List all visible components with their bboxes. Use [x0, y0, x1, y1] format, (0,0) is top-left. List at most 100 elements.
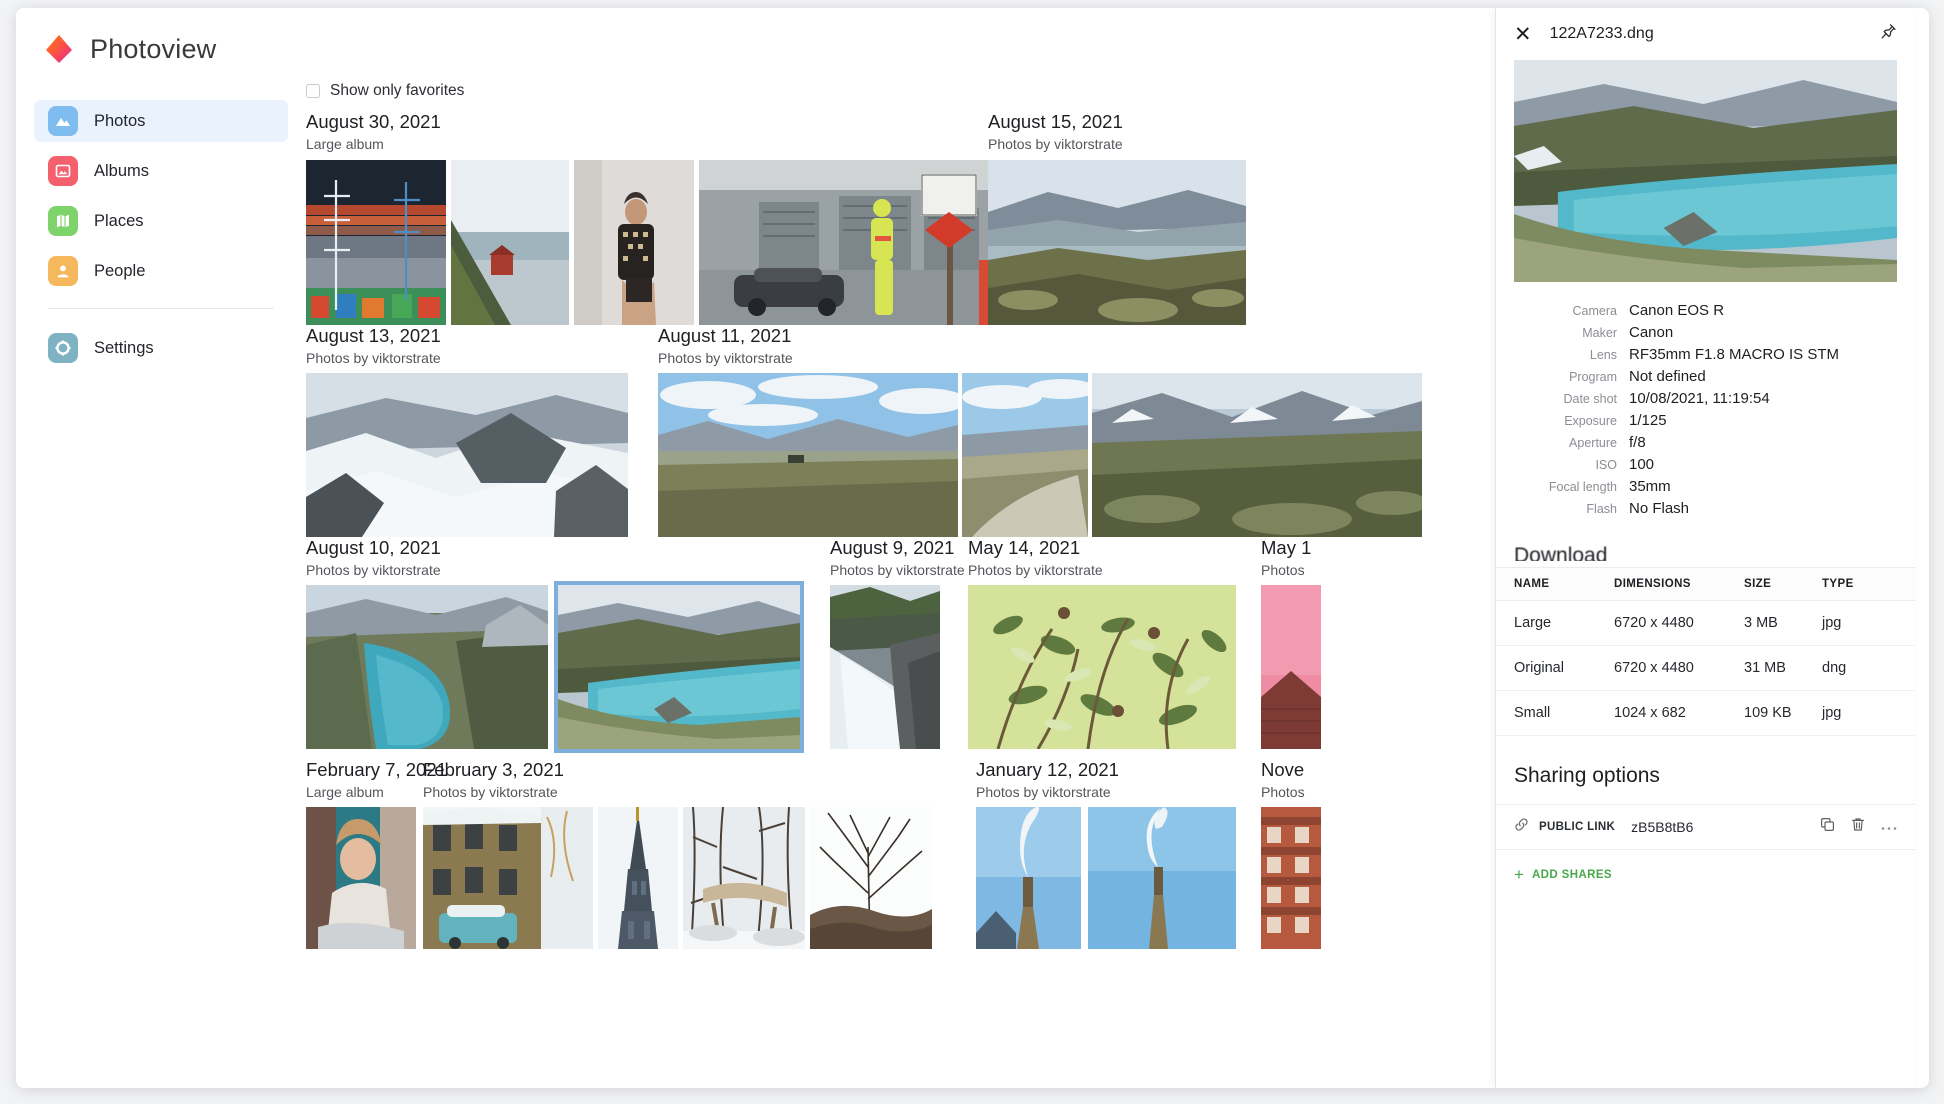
cell-type: jpg: [1822, 690, 1915, 736]
exif-value: Not defined: [1629, 368, 1706, 385]
albums-icon: [48, 156, 78, 186]
group-header: May 1 Photos: [1261, 537, 1311, 579]
photo-grid: August 30, 2021 Large album August 15, 2…: [306, 111, 1509, 949]
group-header: August 11, 2021 Photos by viktorstrate: [658, 325, 793, 367]
exif-row: Program Not defined: [1514, 368, 1897, 385]
photo-thumbnail[interactable]: [598, 807, 678, 949]
panel-hero-image[interactable]: [1514, 60, 1897, 282]
photo-grid-area: Show only favorites August 30, 2021 Larg…: [306, 8, 1509, 1088]
photo-thumbnail[interactable]: [306, 585, 548, 749]
photo-thumbnail[interactable]: [1261, 585, 1321, 749]
more-dots-icon[interactable]: [1881, 818, 1897, 836]
photo-thumbnail[interactable]: [810, 807, 932, 949]
download-section-title-clipped: Download: [1496, 539, 1915, 561]
share-type-label: PUBLIC LINK: [1539, 821, 1616, 833]
cell-size: 31 MB: [1744, 645, 1822, 691]
photo-thumbnail[interactable]: [683, 807, 805, 949]
cell-dimensions: 1024 x 682: [1614, 690, 1744, 736]
sidebar-item-people[interactable]: People: [34, 250, 288, 292]
brand-title: Photoview: [90, 33, 217, 64]
exif-row: Focal length 35mm: [1514, 478, 1897, 495]
photo-thumbnail[interactable]: [1261, 807, 1321, 949]
exif-row: ISO 100: [1514, 456, 1897, 473]
photo-thumbnail[interactable]: [976, 807, 1081, 949]
sidebar-item-places[interactable]: Places: [34, 200, 288, 242]
photo-thumbnail[interactable]: [699, 160, 999, 325]
photo-thumbnail[interactable]: [574, 160, 694, 325]
close-icon[interactable]: ✕: [1514, 24, 1532, 45]
favorites-checkbox[interactable]: [306, 84, 320, 98]
sidebar-divider: [48, 308, 274, 309]
exif-value: Canon EOS R: [1629, 302, 1725, 319]
group-date: May 1: [1261, 537, 1312, 558]
sidebar-item-label: People: [94, 261, 146, 280]
add-shares-button[interactable]: + ADD SHARES: [1496, 850, 1915, 899]
photo-thumbnail[interactable]: [830, 585, 940, 749]
exif-value: 35mm: [1629, 478, 1671, 495]
photo-thumbnail[interactable]: [1092, 373, 1422, 537]
photo-detail-panel: ✕ 122A7233.dng Camera Canon EOS R Maker …: [1495, 8, 1915, 1088]
exif-row: Aperture f/8: [1514, 434, 1897, 451]
sidebar-item-photos[interactable]: Photos: [34, 100, 288, 142]
add-shares-label: ADD SHARES: [1531, 868, 1612, 881]
plus-icon: +: [1514, 865, 1524, 884]
download-title: Download: [1514, 544, 1608, 561]
column-header-dimensions[interactable]: DIMENSIONS: [1614, 567, 1744, 601]
photo-thumbnail-selected[interactable]: [554, 581, 804, 753]
exif-value: 100: [1629, 456, 1655, 473]
photo-thumbnail[interactable]: [306, 807, 416, 949]
photo-thumbnail[interactable]: [423, 807, 593, 949]
exif-key: Focal length: [1548, 480, 1617, 494]
group-subtitle: Photos by viktorstrate: [968, 561, 1103, 578]
sharing-title: Sharing options: [1514, 764, 1660, 787]
photo-thumbnail[interactable]: [968, 585, 1236, 749]
exif-value: RF35mm F1.8 MACRO IS STM: [1629, 346, 1840, 363]
group-header: August 30, 2021 Large album: [306, 111, 441, 153]
exif-row: Date shot 10/08/2021, 11:19:54: [1514, 390, 1897, 407]
group-subtitle: Photos: [1261, 561, 1305, 578]
pin-icon[interactable]: [1880, 23, 1897, 45]
photo-thumbnail[interactable]: [988, 160, 1246, 325]
share-entry-row[interactable]: PUBLIC LINK zB5B8tB6: [1496, 804, 1915, 850]
cell-dimensions: 6720 x 4480: [1614, 600, 1744, 646]
cell-dimensions: 6720 x 4480: [1614, 645, 1744, 691]
column-header-type[interactable]: TYPE: [1822, 567, 1915, 601]
table-row[interactable]: Small 1024 x 682 109 KB jpg: [1496, 690, 1915, 736]
trash-icon[interactable]: [1851, 817, 1865, 837]
exif-row: Maker Canon: [1514, 324, 1897, 341]
photo-thumbnail[interactable]: [658, 373, 958, 537]
exif-value: 1/125: [1629, 412, 1667, 429]
group-subtitle: Photos by viktorstrate: [976, 783, 1111, 800]
photo-thumbnail[interactable]: [451, 160, 569, 325]
group-header: August 10, 2021 Photos by viktorstrate: [306, 537, 441, 579]
exif-key: Maker: [1582, 326, 1617, 340]
group-header: February 3, 2021 Photos by viktorstrate: [423, 759, 564, 801]
sidebar: Photoview Photos Albums Places People Se…: [16, 8, 306, 1088]
photo-thumbnail[interactable]: [306, 160, 446, 325]
column-header-size[interactable]: SIZE: [1744, 567, 1822, 601]
group-subtitle: Photos by viktorstrate: [658, 349, 793, 366]
cell-size: 3 MB: [1744, 600, 1822, 646]
sidebar-item-settings[interactable]: Settings: [34, 327, 288, 369]
exif-value: No Flash: [1629, 500, 1690, 517]
table-row[interactable]: Large 6720 x 4480 3 MB jpg: [1496, 600, 1915, 646]
photos-icon: [48, 106, 78, 136]
group-date: August 11, 2021: [658, 325, 792, 346]
sidebar-item-label: Albums: [94, 161, 150, 180]
column-header-name[interactable]: NAME: [1496, 567, 1614, 601]
brand[interactable]: Photoview: [16, 8, 306, 66]
copy-icon[interactable]: [1820, 817, 1835, 837]
group-subtitle: Photos by viktorstrate: [830, 561, 965, 578]
exif-row: Flash No Flash: [1514, 500, 1897, 517]
exif-key: Aperture: [1569, 436, 1617, 450]
group-date: August 30, 2021: [306, 111, 441, 132]
panel-filename: 122A7233.dng: [1549, 25, 1654, 42]
photo-thumbnail[interactable]: [962, 373, 1088, 537]
sidebar-item-albums[interactable]: Albums: [34, 150, 288, 192]
favorites-filter[interactable]: Show only favorites: [306, 8, 1509, 100]
photo-thumbnail[interactable]: [306, 373, 628, 537]
sidebar-nav: Photos Albums Places People Settings: [16, 100, 306, 369]
group-date: Nove: [1261, 759, 1305, 780]
photo-thumbnail[interactable]: [1088, 807, 1236, 949]
table-row[interactable]: Original 6720 x 4480 31 MB dng: [1496, 645, 1915, 691]
